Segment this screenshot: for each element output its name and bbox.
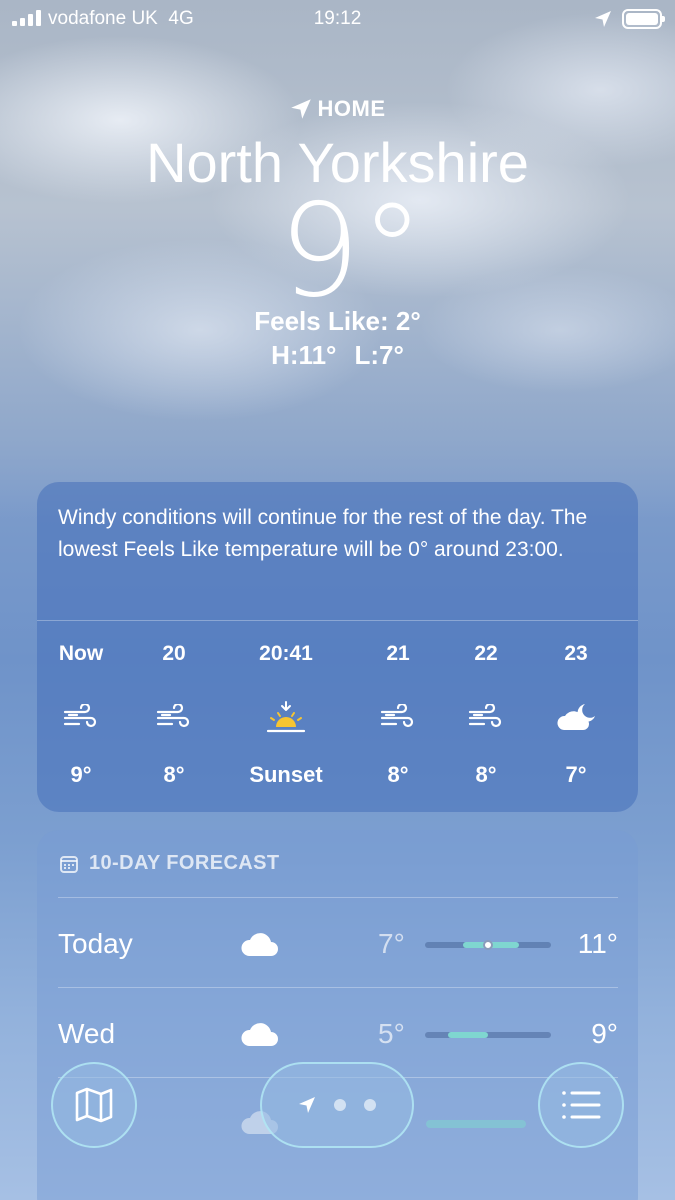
hour-20: 20 8° [129,642,219,788]
temperature-range-fill [447,1032,488,1038]
temperature-range-bar [426,1120,526,1128]
cloud-icon [241,1023,278,1046]
location-home-label: HOME [0,96,675,122]
wind-icon [441,688,531,748]
current-temperature-value: 9° [278,177,425,326]
day-name: Wed [58,1018,116,1049]
status-bar: vodafone UK 4G 19:12 [0,0,675,40]
map-button[interactable] [51,1062,137,1148]
hour-temperature: 8° [387,762,409,787]
home-label: HOME [317,96,386,121]
hour-label: 20:41 [259,642,313,665]
hour-sunset: 20:41 Sunset [231,642,341,788]
calendar-icon [60,855,78,873]
status-time: 19:12 [313,8,362,29]
day-low: 5° [378,1018,405,1049]
day-row-today[interactable]: Today 7° 11° [58,897,618,987]
ten-day-title: 10-DAY FORECAST [89,852,280,874]
list-icon [562,1091,601,1119]
hour-temperature: 9° [70,762,92,787]
hourly-forecast-card[interactable]: Windy conditions will continue for the r… [37,482,638,812]
location-arrow-icon [299,1097,315,1113]
hour-label: Now [58,642,104,665]
day-name: Today [58,928,133,959]
hour-22: 22 8° [441,642,531,788]
high-low: H:11° L:7° [0,340,675,371]
sunset-icon [231,688,341,748]
hour-label: 20 [162,642,186,665]
cloud-icon [241,933,278,956]
hour-21: 21 8° [353,642,443,788]
weather-summary: Windy conditions will continue for the r… [58,506,588,561]
hour-temperature: 7° [565,762,587,787]
page-dot[interactable] [334,1099,346,1111]
hour-now: Now 9° [36,642,126,788]
location-pager[interactable] [260,1062,414,1148]
low-temperature: L:7° [354,340,404,370]
day-high: 11° [577,928,618,959]
current-temperature-dot [483,940,493,950]
hour-label: 21 [386,642,410,665]
locations-list-button[interactable] [538,1062,624,1148]
hour-temperature: 8° [475,762,497,787]
hour-label: 23 [564,642,588,665]
hour-label: 22 [474,642,498,665]
hour-23: 23 7° [531,642,621,788]
wind-icon [129,688,219,748]
feels-like: Feels Like: 2° [254,306,421,336]
location-arrow-icon [290,99,311,119]
temperature-range-bar [425,1032,551,1038]
high-temperature: H:11° [271,340,337,370]
location-arrow-icon [595,11,611,27]
wind-icon [353,688,443,748]
ten-day-header: 10-DAY FORECAST [59,852,280,875]
temperature-range-bar [425,940,551,950]
page-dot[interactable] [364,1099,376,1111]
day-low: 7° [378,928,405,959]
map-icon [75,1087,113,1123]
divider [37,620,638,621]
current-temperature: 9° [0,188,675,316]
day-high: 9° [591,1018,618,1049]
wind-icon [36,688,126,748]
battery-icon [622,9,665,29]
hour-temperature: 8° [163,762,185,787]
hour-sunset-label: Sunset [249,762,323,787]
partly-cloudy-night-icon [531,688,621,748]
